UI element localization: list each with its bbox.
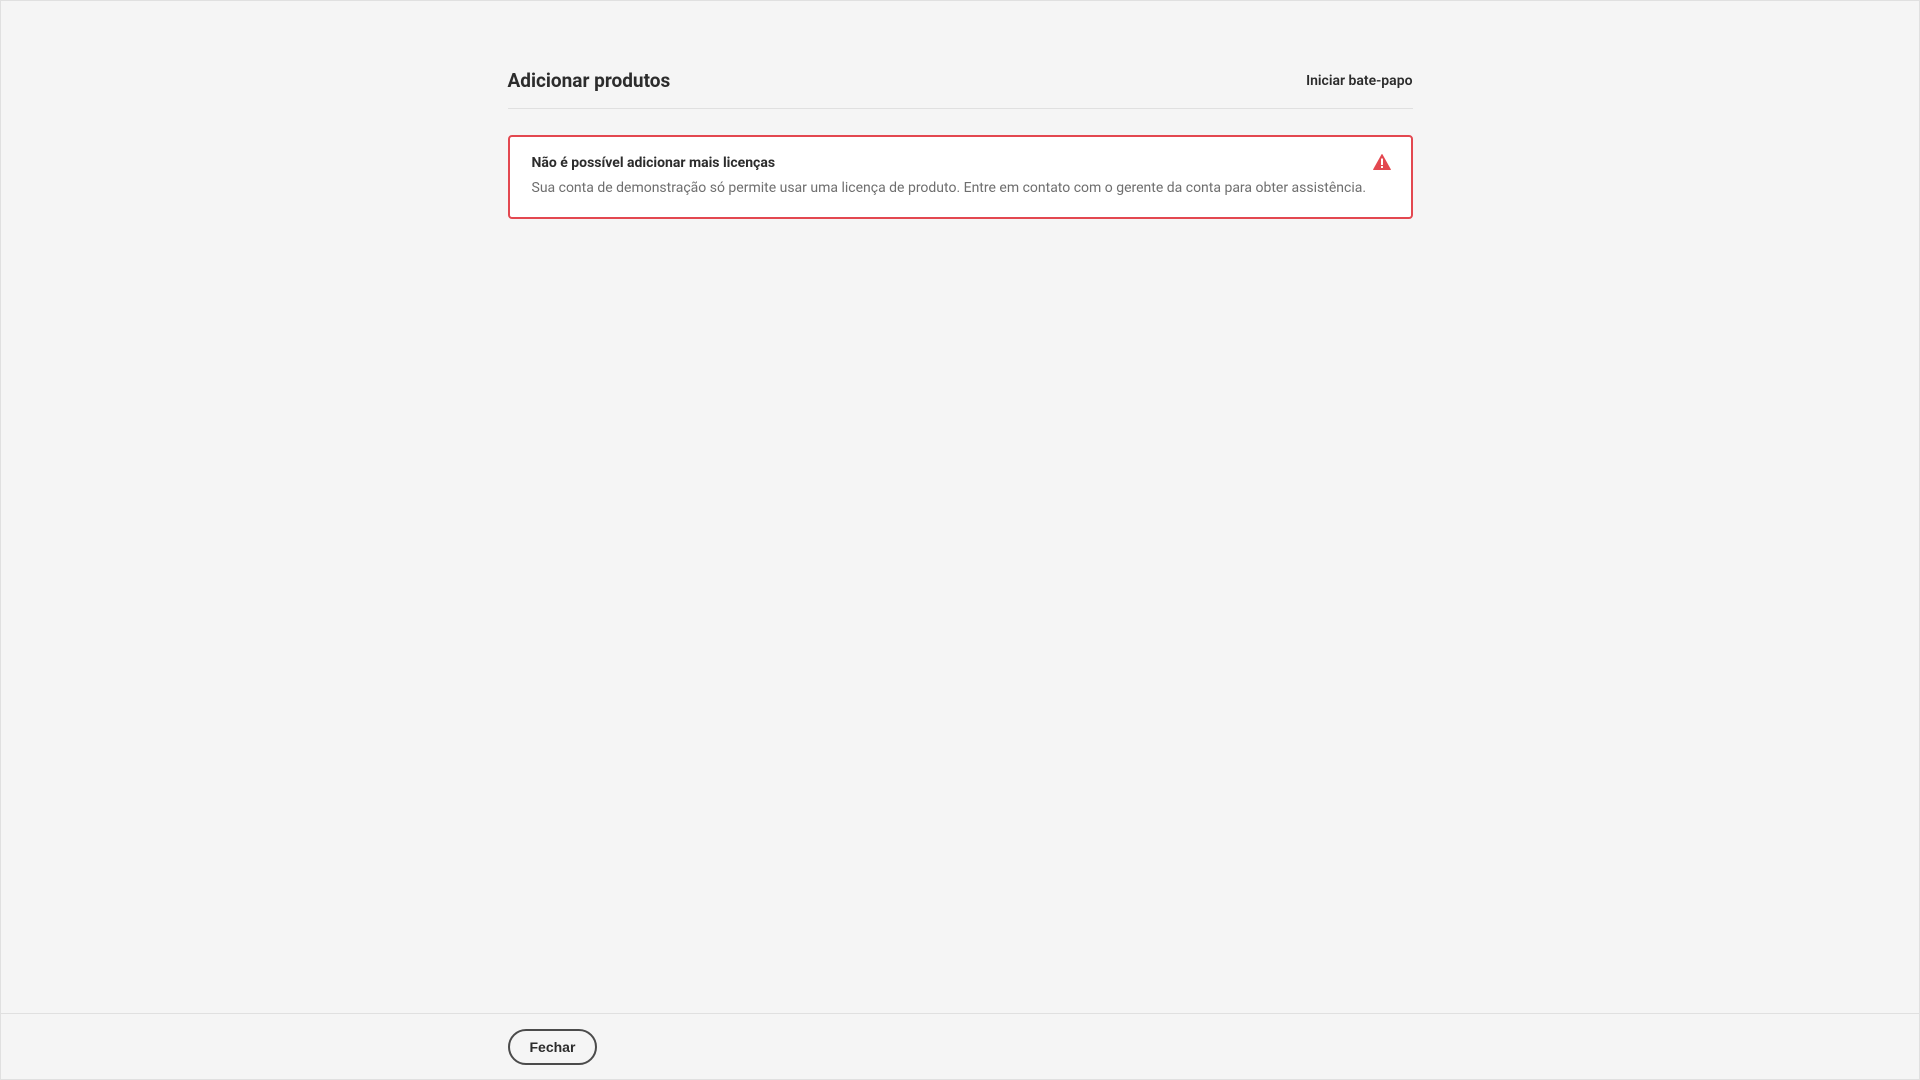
start-chat-link[interactable]: Iniciar bate-papo	[1306, 73, 1412, 89]
error-alert: Não é possível adicionar mais licenças S…	[508, 135, 1413, 219]
footer-inner: Fechar	[508, 1029, 1413, 1065]
page-header: Adicionar produtos Iniciar bate-papo	[508, 69, 1413, 109]
page-title: Adicionar produtos	[508, 69, 671, 92]
main-container: Adicionar produtos Iniciar bate-papo Não…	[508, 1, 1413, 219]
warning-icon	[1373, 153, 1391, 171]
alert-message: Sua conta de demonstração só permite usa…	[532, 179, 1389, 199]
alert-title: Não é possível adicionar mais licenças	[532, 155, 1389, 171]
footer-bar: Fechar	[1, 1013, 1919, 1079]
close-button[interactable]: Fechar	[508, 1029, 598, 1065]
